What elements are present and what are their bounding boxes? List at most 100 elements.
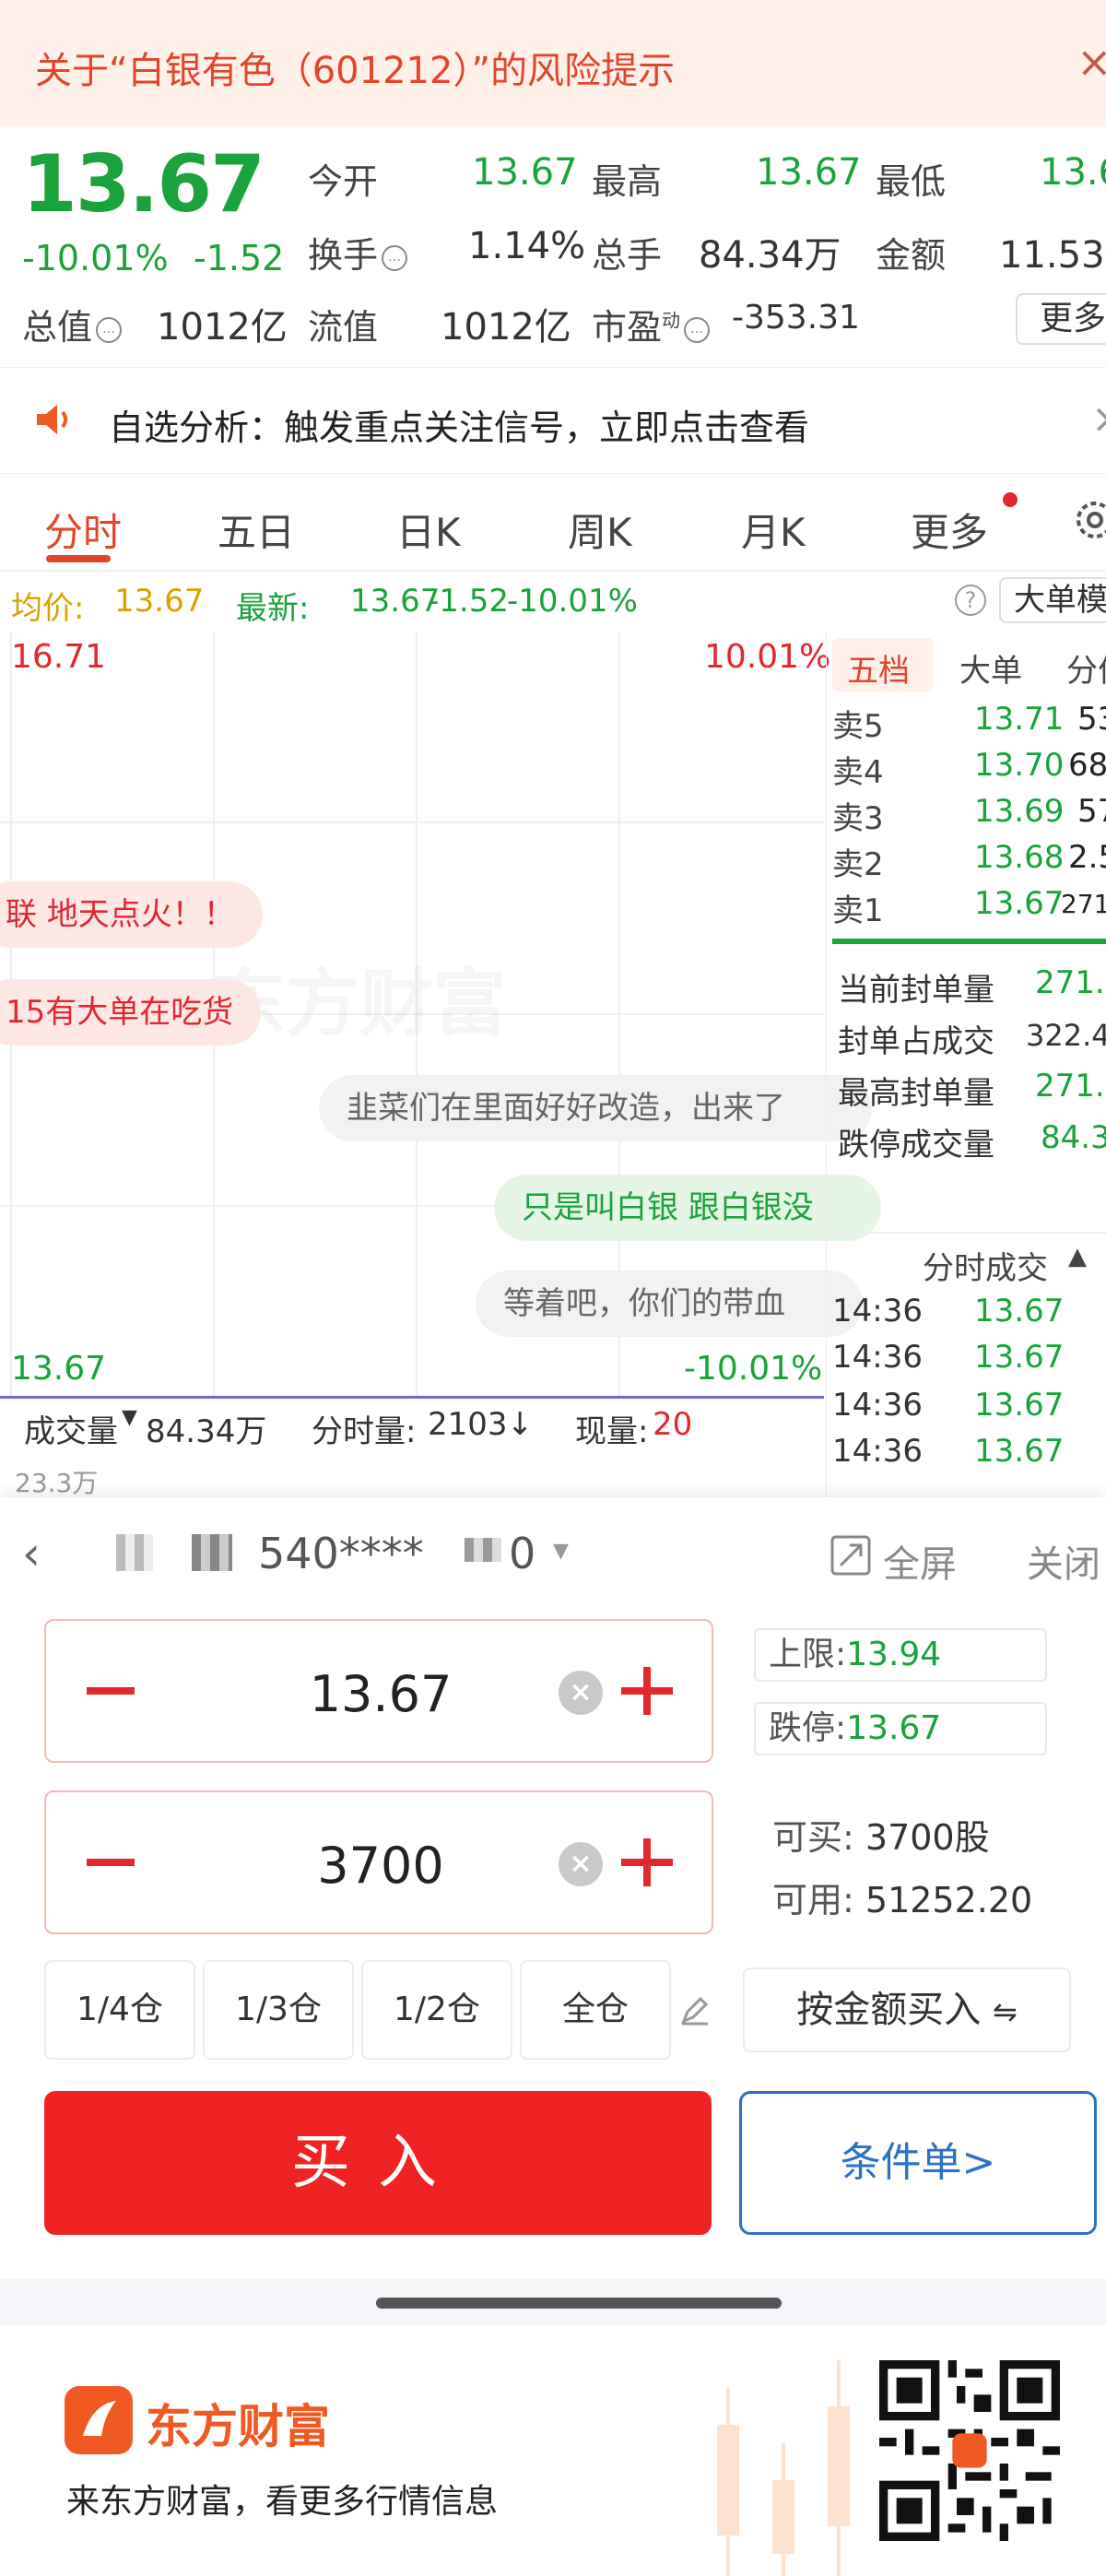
avg-label: 均价: [11, 590, 85, 627]
tab-monthly-k[interactable]: 月K [741, 502, 806, 558]
fullscreen-icon[interactable] [830, 1534, 872, 1577]
tab-five-day[interactable]: 五日 [218, 502, 295, 558]
conditional-order-button[interactable]: 条件单> [739, 2091, 1097, 2235]
fullscreen-label[interactable]: 全屏 [883, 1534, 957, 1588]
plus-icon-stem[interactable] [643, 1667, 651, 1715]
volume-scale: 23.3万 [15, 1468, 99, 1498]
intraday-chart[interactable]: 16.71 10.01% 东方财富 联 地天点火！！ 15有大单在吃货 韭菜们在… [0, 631, 881, 1396]
tick-price: 13.67 [974, 1433, 1065, 1470]
ticks-title[interactable]: 分时成交 [923, 1243, 1048, 1288]
latest-label: 最新: [236, 590, 310, 627]
clear-icon[interactable]: × [559, 1842, 603, 1886]
footer-slogan: 来东方财富，看更多行情信息 [66, 2483, 499, 2521]
ask-label: 卖5 [832, 708, 884, 745]
high-label: 最高 [592, 161, 663, 202]
comment-chip[interactable]: 15有大单在吃货 [0, 979, 262, 1046]
low-value: 13.67 [1040, 151, 1106, 194]
big-order-mode-button[interactable]: 大单模 [999, 577, 1106, 623]
seal-label: 当前封单量 [838, 972, 994, 1009]
tick-price: 13.67 [974, 1387, 1065, 1424]
help-icon[interactable]: ? [955, 585, 986, 616]
risk-banner[interactable]: 关于“白银有色（601212）”的风险提示 × [0, 0, 1106, 125]
info-icon[interactable]: … [382, 244, 408, 271]
current-price: 13.67 [22, 138, 265, 230]
upper-limit-value: 13.94 [846, 1636, 942, 1673]
float-cap-label: 流值 [308, 307, 379, 348]
ask-price: 13.70 [974, 747, 1065, 784]
seal-value: 84.3 [1041, 1119, 1106, 1156]
close-icon[interactable]: × [1091, 396, 1106, 443]
available-value: 51252.20 [865, 1880, 1033, 1920]
comment-chip[interactable]: 只是叫白银 跟白银没 [494, 1175, 881, 1241]
account-number[interactable]: 540**** [258, 1529, 424, 1578]
info-icon[interactable]: … [684, 316, 711, 343]
buy-button[interactable]: 买入 [44, 2091, 712, 2235]
bid-ask-divider [832, 939, 1106, 944]
price-input[interactable]: 13.67 [46, 1665, 715, 1723]
tab-five-levels-label: 五档 [847, 653, 910, 690]
gear-icon[interactable] [1071, 492, 1106, 544]
position-half-button[interactable]: 1/2仓 [361, 1960, 512, 2060]
chevron-down-icon[interactable]: ▼ [553, 1540, 569, 1563]
chart-top-percent: 10.01% [704, 638, 831, 676]
tab-daily-k[interactable]: 日K [396, 502, 461, 558]
quantity-input[interactable]: 3700 [46, 1837, 715, 1895]
edit-icon[interactable] [678, 1993, 712, 2027]
tick-time: 14:36 [832, 1293, 923, 1329]
active-tab-indicator [46, 555, 111, 562]
close-panel-label[interactable]: 关闭 [1027, 1534, 1100, 1588]
period-volume-value: 2103 [428, 1406, 508, 1443]
more-button[interactable]: 更多 [1016, 293, 1106, 345]
tab-weekly-k[interactable]: 周K [568, 502, 632, 558]
tab-more[interactable]: 更多 [911, 502, 988, 558]
buy-by-amount-button[interactable]: 按金额买入 ⇋ [743, 1967, 1071, 2052]
position-third-button[interactable]: 1/3仓 [203, 1960, 354, 2060]
pe-label[interactable]: 市盈动… [592, 299, 711, 349]
latest-percent: -10.01% [507, 583, 638, 620]
tick-price: 13.67 [974, 1339, 1065, 1376]
info-icon[interactable]: … [96, 316, 123, 343]
risk-banner-text[interactable]: 关于“白银有色（601212）”的风险提示 [35, 41, 675, 94]
float-cap-value: 1012亿 [441, 306, 571, 349]
ask-label: 卖3 [832, 800, 884, 837]
buy-by-amount-label: 按金额买入 [796, 1989, 982, 2031]
volume-indicator-label[interactable]: 成交量 [24, 1406, 118, 1451]
quantity-stepper[interactable]: 3700 × [44, 1790, 713, 1934]
clear-icon[interactable]: × [559, 1671, 603, 1715]
caret-up-icon[interactable]: ▲ [1068, 1243, 1087, 1270]
chevron-down-icon[interactable]: ▼ [122, 1406, 137, 1429]
tick-price: 13.67 [974, 1293, 1065, 1329]
available-funds: 可用: 51252.20 [772, 1872, 1032, 1922]
comment-chip[interactable]: 韭菜们在里面好好改造，出来了 [319, 1075, 872, 1141]
turnover-value: 1.14% [468, 225, 586, 267]
total-cap-label[interactable]: 总值… [22, 299, 123, 349]
ask-price: 13.68 [974, 839, 1065, 876]
close-icon[interactable]: × [1077, 37, 1106, 87]
open-value: 13.67 [472, 151, 578, 194]
ask-price: 13.69 [974, 793, 1065, 830]
turnover-label[interactable]: 换手… [308, 227, 408, 278]
volume-value: 84.34万 [699, 234, 841, 277]
notice-text[interactable]: 自选分析：触发重点关注信号，立即点击查看 [109, 399, 809, 450]
latest-value: 13.67 [350, 583, 441, 620]
account-suffix[interactable]: 0 [509, 1529, 535, 1578]
comment-chip[interactable]: 联 地天点火！！ [0, 881, 263, 948]
current-volume-label: 现量: [575, 1413, 649, 1450]
notice-bar[interactable]: 自选分析：触发重点关注信号，立即点击查看 × [0, 367, 1106, 474]
home-indicator[interactable] [376, 2298, 782, 2309]
tab-big-orders[interactable]: 大单 [959, 645, 1022, 691]
plus-icon-stem[interactable] [643, 1838, 651, 1886]
notification-dot [1003, 492, 1018, 507]
tab-intraday[interactable]: 分时 [44, 502, 122, 558]
limit-down[interactable]: 跌停:13.67 [754, 1702, 1047, 1755]
comment-chip[interactable]: 等着吧，你们的带血 [476, 1270, 863, 1337]
available-label: 可用: [772, 1880, 854, 1920]
position-full-button[interactable]: 全仓 [520, 1960, 671, 2060]
tab-five-levels[interactable]: 五档 [832, 638, 934, 691]
back-chevron-icon[interactable]: ‹ [22, 1527, 41, 1580]
position-quarter-button[interactable]: 1/4仓 [44, 1960, 195, 2060]
price-stepper[interactable]: 13.67 × [44, 1619, 713, 1763]
ask-price: 13.71 [974, 701, 1065, 738]
tab-price-levels[interactable]: 分价 [1066, 645, 1106, 691]
masked-name-icon [465, 1538, 501, 1562]
